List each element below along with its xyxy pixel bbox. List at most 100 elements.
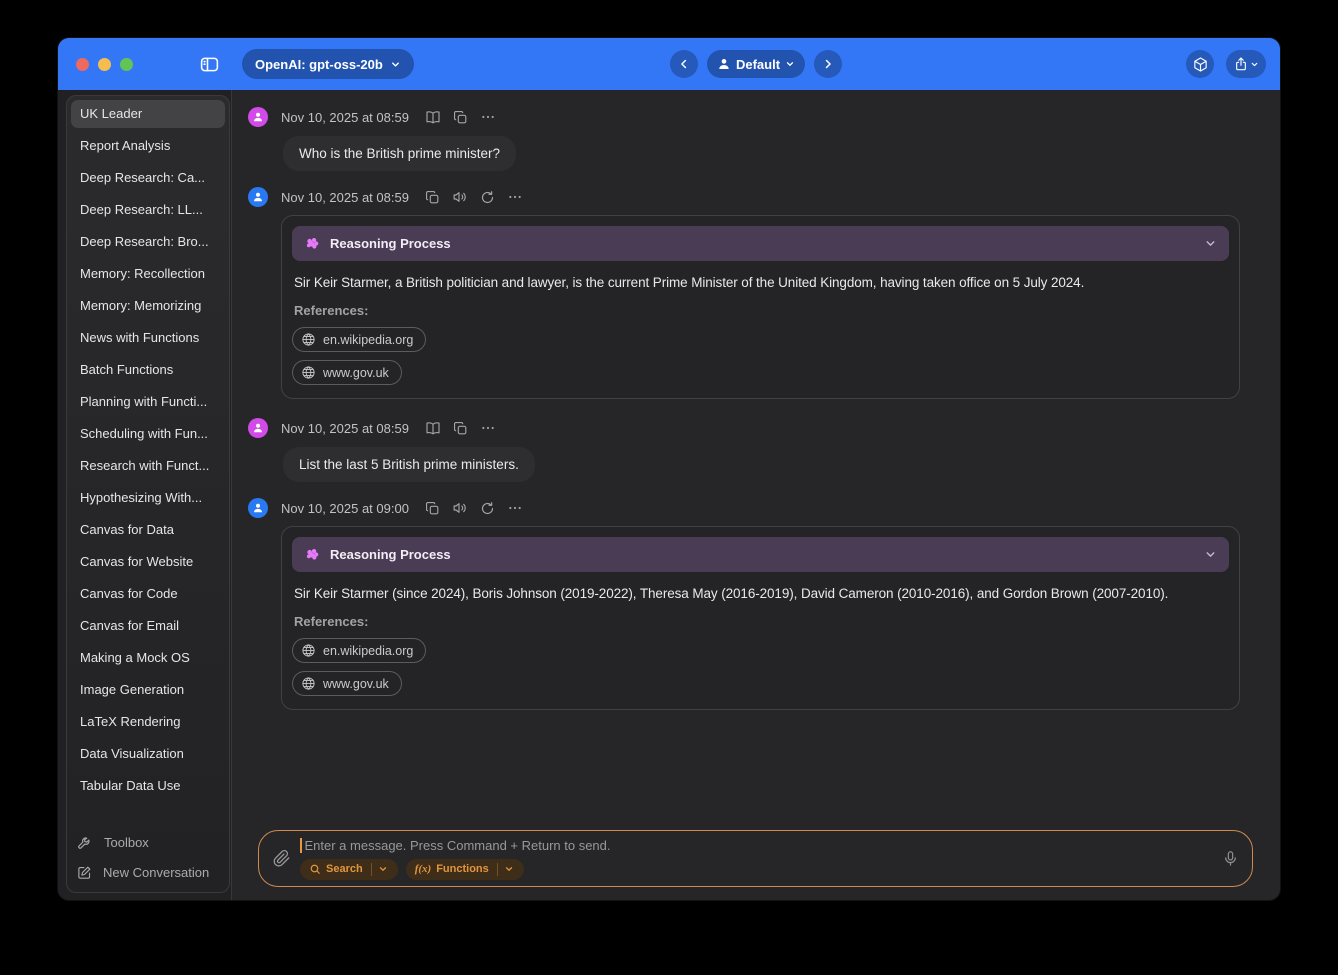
- sidebar-item[interactable]: Canvas for Code: [71, 580, 225, 608]
- reference-chip[interactable]: www.gov.uk: [292, 360, 402, 385]
- sidebar-item[interactable]: Report Analysis: [71, 132, 225, 160]
- sidebar-item[interactable]: LaTeX Rendering: [71, 708, 225, 736]
- sidebar-item[interactable]: Deep Research: Ca...: [71, 164, 225, 192]
- ellipsis-icon[interactable]: [507, 189, 523, 205]
- chevron-down-icon[interactable]: [372, 864, 395, 874]
- nav-forward-button[interactable]: [814, 50, 842, 78]
- sidebar-footer-label: New Conversation: [103, 865, 209, 880]
- sidebar-item[interactable]: News with Functions: [71, 324, 225, 352]
- references-label: References:: [294, 303, 1227, 318]
- microphone-button[interactable]: [1222, 850, 1239, 867]
- reasoning-process-toggle[interactable]: Reasoning Process: [292, 226, 1229, 261]
- reference-chip[interactable]: en.wikipedia.org: [292, 638, 426, 663]
- artifacts-button[interactable]: [1186, 50, 1214, 78]
- sidebar-toggle-button[interactable]: [199, 54, 220, 75]
- assistant-answer: Sir Keir Starmer, a British politician a…: [294, 275, 1227, 290]
- new-conversation-button[interactable]: New Conversation: [77, 865, 219, 880]
- user-message: Nov 10, 2025 at 08:59List the last 5 Bri…: [248, 418, 1260, 498]
- user-message-bubble: List the last 5 British prime ministers.: [283, 447, 535, 482]
- chevron-left-icon: [677, 57, 691, 71]
- model-selector[interactable]: OpenAI: gpt-oss-20b: [242, 49, 414, 79]
- message-actions: [425, 420, 496, 436]
- reference-list: en.wikipedia.org www.gov.uk: [292, 638, 1229, 696]
- message-timestamp: Nov 10, 2025 at 08:59: [281, 190, 409, 205]
- copy-icon[interactable]: [453, 110, 468, 125]
- reasoning-process-label: Reasoning Process: [330, 547, 451, 562]
- regenerate-icon[interactable]: [480, 501, 495, 516]
- nav-back-button[interactable]: [670, 50, 698, 78]
- message-input[interactable]: Enter a message. Press Command + Return …: [300, 838, 1213, 853]
- chat-pane: Nov 10, 2025 at 08:59Who is the British …: [232, 90, 1280, 900]
- tool-button-label: Functions: [431, 863, 497, 875]
- chevron-down-icon: [1204, 548, 1217, 561]
- sidebar-item[interactable]: Image Generation: [71, 676, 225, 704]
- message-header: Nov 10, 2025 at 09:00: [248, 498, 1260, 518]
- minimize-window-button[interactable]: [98, 58, 111, 71]
- sidebar-item[interactable]: Making a Mock OS: [71, 644, 225, 672]
- sidebar-item[interactable]: Scheduling with Fun...: [71, 420, 225, 448]
- chevron-down-icon[interactable]: [498, 864, 521, 874]
- sidebar-item[interactable]: Data Visualization: [71, 740, 225, 768]
- copy-icon[interactable]: [453, 421, 468, 436]
- copy-icon[interactable]: [425, 190, 440, 205]
- message-actions: [425, 189, 523, 205]
- reference-chip[interactable]: www.gov.uk: [292, 671, 402, 696]
- wrench-icon: [77, 834, 93, 850]
- sidebar-item[interactable]: Deep Research: LL...: [71, 196, 225, 224]
- book-icon[interactable]: [425, 420, 441, 436]
- sidebar-item[interactable]: Research with Funct...: [71, 452, 225, 480]
- composer[interactable]: Enter a message. Press Command + Return …: [258, 830, 1253, 887]
- text-cursor: [300, 838, 302, 853]
- book-icon[interactable]: [425, 109, 441, 125]
- sidebar-item[interactable]: Canvas for Website: [71, 548, 225, 576]
- sidebar-item[interactable]: Memory: Memorizing: [71, 292, 225, 320]
- copy-icon[interactable]: [425, 501, 440, 516]
- chevron-down-icon: [1204, 237, 1217, 250]
- sidebar-item[interactable]: Canvas for Data: [71, 516, 225, 544]
- sidebar-item[interactable]: Deep Research: Bro...: [71, 228, 225, 256]
- close-window-button[interactable]: [76, 58, 89, 71]
- search-tool-button[interactable]: Search: [300, 859, 398, 880]
- reference-chip[interactable]: en.wikipedia.org: [292, 327, 426, 352]
- globe-icon: [301, 643, 316, 658]
- functions-tool-button[interactable]: f(x)Functions: [406, 859, 524, 880]
- profile-selector[interactable]: Default: [707, 50, 805, 78]
- sidebar-footer-label: Toolbox: [104, 835, 149, 850]
- share-button[interactable]: [1226, 50, 1266, 78]
- toolbox-button[interactable]: Toolbox: [77, 834, 219, 850]
- chevron-down-icon: [785, 59, 795, 69]
- brain-icon: [304, 235, 321, 252]
- sidebar-item[interactable]: Batch Functions: [71, 356, 225, 384]
- attach-button[interactable]: [272, 849, 291, 868]
- chevron-down-icon: [1250, 60, 1259, 69]
- composer-main: Enter a message. Press Command + Return …: [300, 838, 1213, 880]
- sidebar-item[interactable]: Hypothesizing With...: [71, 484, 225, 512]
- message-timestamp: Nov 10, 2025 at 08:59: [281, 110, 409, 125]
- sidebar-footer: Toolbox New Conversation: [71, 830, 225, 888]
- globe-icon: [301, 676, 316, 691]
- person-icon: [717, 57, 731, 71]
- sidebar-item[interactable]: Canvas for Email: [71, 612, 225, 640]
- message-timestamp: Nov 10, 2025 at 09:00: [281, 501, 409, 516]
- reasoning-process-toggle[interactable]: Reasoning Process: [292, 537, 1229, 572]
- speaker-icon[interactable]: [452, 189, 468, 205]
- reference-url: www.gov.uk: [323, 677, 389, 691]
- app-window: OpenAI: gpt-oss-20b Default: [58, 38, 1280, 900]
- ellipsis-icon[interactable]: [507, 500, 523, 516]
- sidebar-item[interactable]: UK Leader: [71, 100, 225, 128]
- titlebar-right-group: [1186, 50, 1266, 78]
- zoom-window-button[interactable]: [120, 58, 133, 71]
- ellipsis-icon[interactable]: [480, 420, 496, 436]
- model-selector-label: OpenAI: gpt-oss-20b: [255, 57, 383, 72]
- speaker-icon[interactable]: [452, 500, 468, 516]
- regenerate-icon[interactable]: [480, 190, 495, 205]
- sidebar-item[interactable]: Planning with Functi...: [71, 388, 225, 416]
- reference-url: en.wikipedia.org: [323, 333, 413, 347]
- assistant-message: Nov 10, 2025 at 09:00Reasoning ProcessSi…: [248, 498, 1260, 710]
- sidebar-item[interactable]: Memory: Recollection: [71, 260, 225, 288]
- message-actions: [425, 109, 496, 125]
- message-input-placeholder: Enter a message. Press Command + Return …: [305, 838, 611, 853]
- ellipsis-icon[interactable]: [480, 109, 496, 125]
- chevron-right-icon: [821, 57, 835, 71]
- sidebar-item[interactable]: Tabular Data Use: [71, 772, 225, 800]
